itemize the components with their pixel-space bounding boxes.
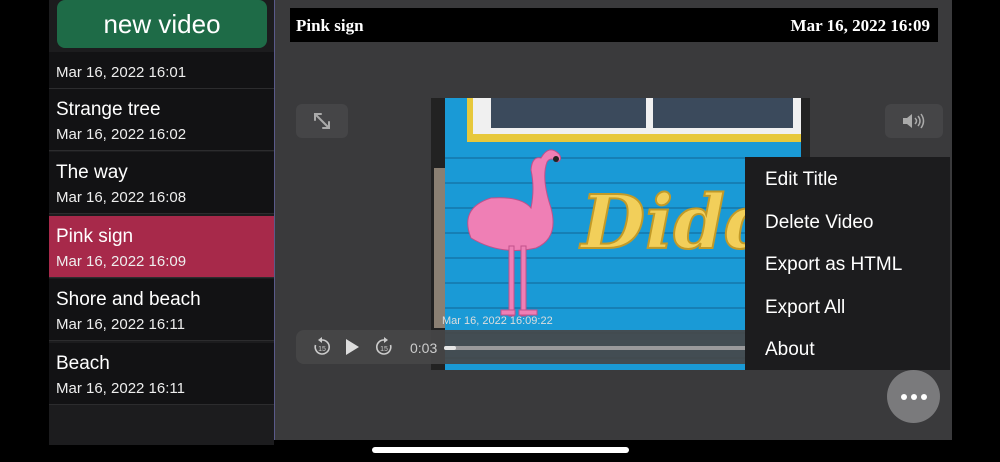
menu-item-export-all[interactable]: Export All (765, 297, 845, 319)
menu-item-delete-video[interactable]: Delete Video (765, 212, 873, 234)
new-video-button[interactable]: new video (57, 0, 267, 48)
skip-forward-15-icon: 15 (376, 337, 392, 355)
video-title: Pink sign (296, 16, 364, 35)
timestamp-overlay: Mar 16, 2022 16:09:22 (442, 315, 553, 327)
play-icon (346, 339, 359, 355)
item-title: Strange tree (56, 99, 161, 120)
list-item[interactable]: Mar 16, 2022 16:01 (49, 52, 274, 89)
context-menu: Edit Title Delete Video Export as HTML E… (745, 157, 950, 370)
progress-fill (444, 346, 456, 350)
item-title: Shore and beach (56, 289, 201, 310)
current-time: 0:03 (410, 340, 438, 356)
skip-back-15-icon: 15 (314, 337, 330, 355)
fullscreen-button[interactable] (296, 104, 348, 138)
item-date: Mar 16, 2022 16:08 (56, 189, 187, 206)
item-date: Mar 16, 2022 16:11 (56, 380, 185, 397)
menu-item-edit-title[interactable]: Edit Title (765, 169, 838, 191)
ellipsis-icon (900, 393, 927, 400)
item-date: Mar 16, 2022 16:02 (56, 126, 187, 143)
expand-arrows-icon (314, 113, 330, 129)
title-bar: Pink sign Mar 16, 2022 16:09 (290, 8, 938, 42)
item-date: Mar 16, 2022 16:09 (56, 253, 187, 270)
home-indicator (372, 447, 629, 453)
item-date: Mar 16, 2022 16:11 (56, 316, 185, 333)
video-datetime: Mar 16, 2022 16:09 (790, 16, 930, 35)
more-options-button[interactable] (887, 370, 940, 423)
list-item[interactable]: The way Mar 16, 2022 16:08 (49, 152, 274, 214)
item-date: Mar 16, 2022 16:01 (56, 64, 187, 81)
svg-text:15: 15 (318, 346, 326, 353)
item-title: Beach (56, 353, 110, 374)
menu-item-about[interactable]: About (765, 339, 815, 361)
forward-button[interactable]: 15 (374, 337, 394, 362)
speaker-icon (903, 113, 925, 129)
list-item[interactable]: Shore and beach Mar 16, 2022 16:11 (49, 279, 274, 341)
list-item-selected[interactable]: Pink sign Mar 16, 2022 16:09 (49, 216, 274, 278)
volume-button[interactable] (885, 104, 943, 138)
menu-item-export-html[interactable]: Export as HTML (765, 254, 902, 276)
list-item[interactable]: Beach Mar 16, 2022 16:11 (49, 343, 274, 405)
list-item[interactable]: Strange tree Mar 16, 2022 16:02 (49, 89, 274, 151)
item-title: Pink sign (56, 226, 134, 247)
svg-text:15: 15 (380, 346, 388, 353)
video-list-sidebar: new video Mar 16, 2022 16:01 Strange tre… (49, 0, 274, 445)
item-title: The way (56, 162, 128, 183)
play-button[interactable] (344, 338, 360, 361)
rewind-button[interactable]: 15 (312, 337, 332, 362)
